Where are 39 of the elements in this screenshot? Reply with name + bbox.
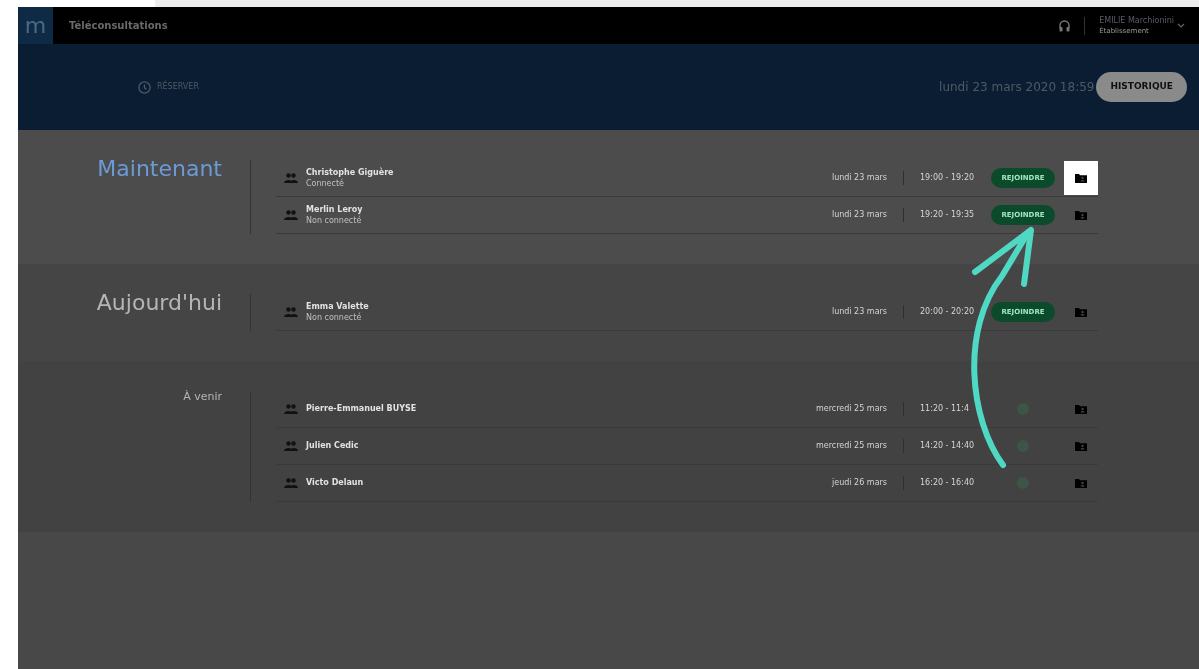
appointment-date: lundi 23 mars	[830, 209, 887, 221]
people-icon	[284, 404, 298, 414]
appointment-time: 14:20 - 14:40	[920, 440, 976, 452]
section-heading: Maintenant	[97, 156, 222, 181]
connection-status: Non connecté	[306, 216, 363, 225]
appointment-time: 11:20 - 11:4	[920, 403, 970, 415]
connection-status: Connecté	[306, 179, 345, 188]
clock-icon	[138, 80, 151, 94]
appointment-time: 16:20 - 16:40	[920, 477, 976, 489]
appointment-time: 19:20 - 19:35	[920, 209, 976, 221]
chevron-down-icon[interactable]	[1177, 23, 1185, 28]
people-icon	[284, 173, 298, 183]
app-logo: m	[18, 7, 53, 44]
appointment-date: mercredi 25 mars	[815, 403, 887, 415]
section-heading: À venir	[183, 389, 222, 403]
appointment-date: lundi 23 mars	[830, 172, 887, 184]
patient-name: Emma Valette	[306, 302, 369, 311]
appointment-date: jeudi 26 mars	[831, 477, 887, 489]
history-button[interactable]: HISTORIQUE	[1096, 72, 1187, 102]
patient-name: Christophe Giguère	[306, 168, 394, 177]
folder-icon[interactable]	[1075, 173, 1087, 183]
app-title: Téléconsultations	[69, 19, 168, 33]
patient-name: Victo Delaun	[306, 479, 364, 487]
people-icon	[284, 441, 298, 451]
appointment-time: 20:00 - 20:20	[920, 306, 976, 318]
patient-name: Julien Cedic	[306, 442, 359, 450]
connection-status: Non connecté	[306, 313, 363, 322]
patient-name: Pierre-Emmanuel BUYSE	[306, 405, 417, 413]
appointment-date: mercredi 25 mars	[815, 440, 887, 452]
current-datetime: lundi 23 mars 2020 18:59	[939, 79, 1095, 96]
appointment-date: lundi 23 mars	[830, 306, 887, 318]
folder-button[interactable]	[1064, 161, 1098, 195]
people-icon	[284, 478, 298, 488]
people-icon	[284, 307, 298, 317]
people-icon	[284, 210, 298, 220]
headset-icon[interactable]	[1059, 19, 1071, 32]
patient-name: Merlin Leroy	[306, 205, 363, 214]
section-heading: Aujourd'hui	[96, 290, 222, 315]
appointment-time: 19:00 - 19:20	[920, 172, 976, 184]
